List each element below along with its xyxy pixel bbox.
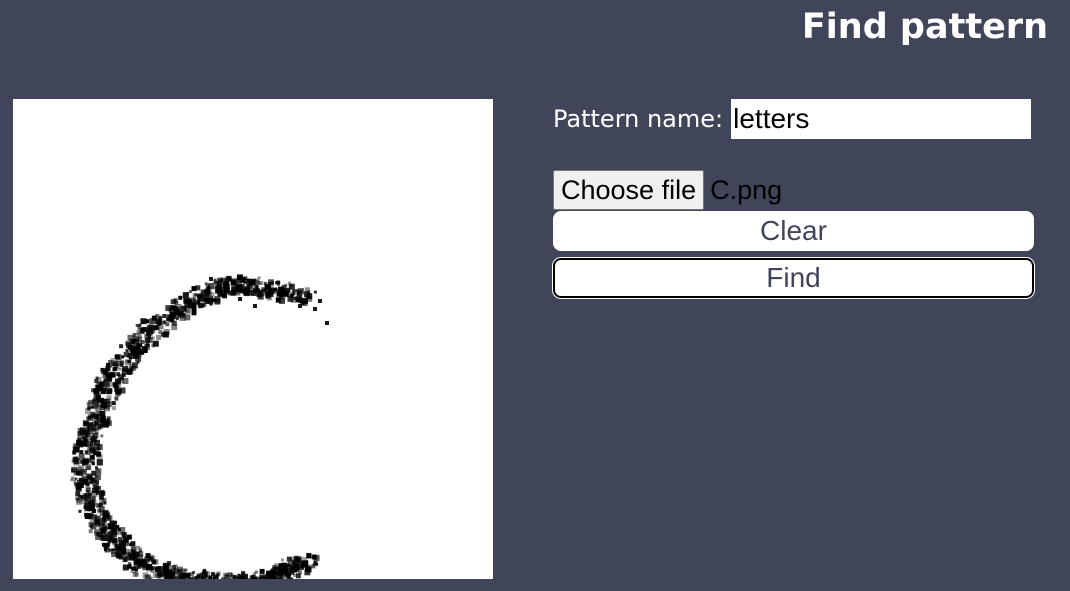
controls-panel: Pattern name: Choose file C.png Clear Fi… bbox=[553, 99, 1034, 298]
pattern-name-label: Pattern name: bbox=[553, 105, 724, 133]
find-button[interactable]: Find bbox=[553, 258, 1034, 298]
choose-file-button[interactable]: Choose file bbox=[553, 170, 705, 210]
drawing-canvas[interactable] bbox=[13, 99, 493, 579]
file-picker: Choose file C.png bbox=[553, 170, 1034, 210]
clear-button[interactable]: Clear bbox=[553, 211, 1034, 251]
selected-file-name: C.png bbox=[710, 175, 783, 205]
pattern-name-row: Pattern name: bbox=[553, 99, 1034, 139]
drawn-letter-image bbox=[70, 274, 329, 579]
letter-c-strokes bbox=[70, 274, 329, 579]
page-title: Find pattern bbox=[801, 7, 1048, 47]
pattern-name-input[interactable] bbox=[731, 99, 1032, 139]
